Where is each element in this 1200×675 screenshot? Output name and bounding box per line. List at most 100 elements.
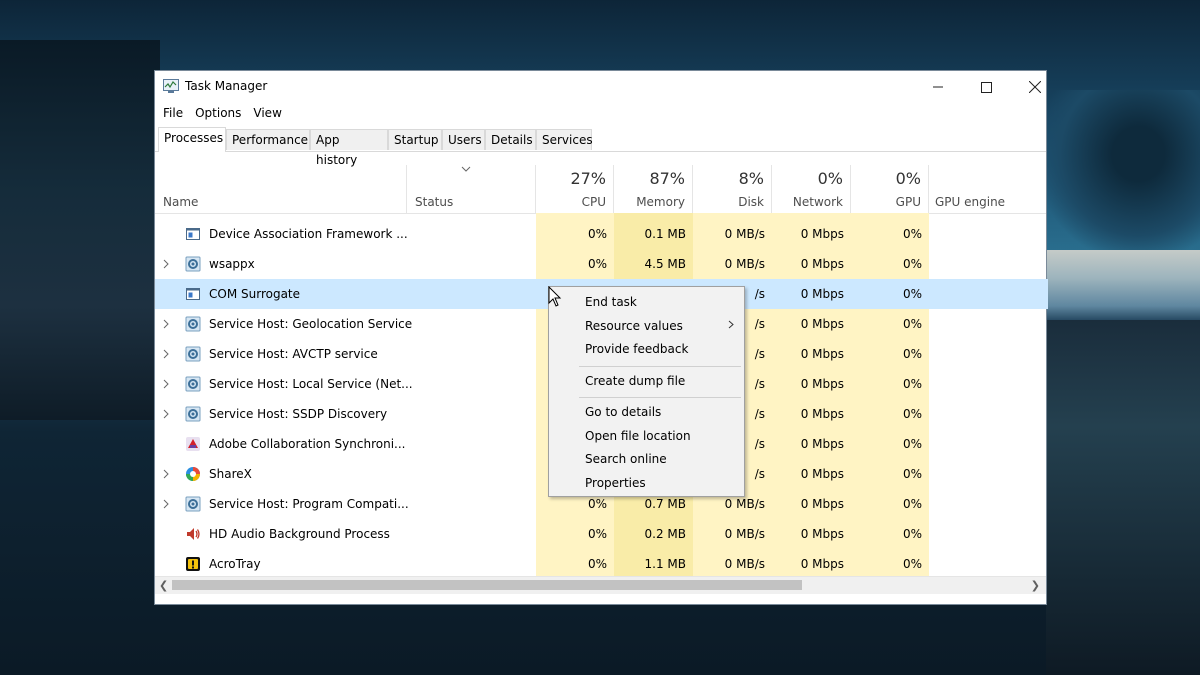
table-row[interactable]: 0% 4.5 MB 0 MB/s 0 Mbps 0% wsappx bbox=[155, 249, 1048, 279]
cell-network: 0 Mbps bbox=[772, 519, 851, 549]
tab-details[interactable]: Details bbox=[485, 129, 536, 150]
tab-users[interactable]: Users bbox=[442, 129, 485, 150]
header-memory[interactable]: 87% Memory bbox=[614, 165, 693, 213]
menu-item-label: Search online bbox=[585, 452, 667, 466]
gear-icon bbox=[185, 496, 201, 512]
cell-gpu: 0% bbox=[851, 369, 929, 399]
menu-options[interactable]: Options bbox=[187, 103, 245, 125]
header-gpu[interactable]: 0% GPU bbox=[851, 165, 929, 213]
header-status[interactable]: Status bbox=[407, 165, 536, 213]
header-memory-label: Memory bbox=[636, 195, 685, 209]
menu-item-search-online[interactable]: Search online bbox=[549, 448, 744, 470]
scroll-left-icon[interactable]: ❮ bbox=[159, 577, 168, 594]
menu-item-label: Create dump file bbox=[585, 374, 686, 388]
chevron-right-icon[interactable] bbox=[163, 369, 175, 401]
context-menu: End task Resource values Provide feedbac… bbox=[548, 286, 745, 497]
table-row[interactable]: 0% 0.2 MB 0 MB/s 0 Mbps 0% HD Audio Backgroun… bbox=[155, 519, 1048, 549]
gear-icon bbox=[185, 256, 201, 272]
table-row[interactable]: 0% 0.1 MB 0 MB/s 0 Mbps 0% Device Association… bbox=[155, 219, 1048, 249]
cell-disk: 0 MB/s bbox=[693, 249, 772, 279]
cell-network: 0 Mbps bbox=[772, 219, 851, 249]
menu-item-label: Resource values bbox=[585, 319, 683, 333]
close-button[interactable] bbox=[1012, 71, 1058, 103]
table-row[interactable]: 0% 1.1 MB 0 MB/s 0 Mbps 0% AcroTray bbox=[155, 549, 1048, 577]
cell-gpu: 0% bbox=[851, 399, 929, 429]
menu-item-provide-feedback[interactable]: Provide feedback bbox=[549, 338, 744, 360]
tab-performance[interactable]: Performance bbox=[226, 129, 310, 150]
gear-icon bbox=[185, 376, 201, 392]
header-disk[interactable]: 8% Disk bbox=[693, 165, 772, 213]
process-name: AcroTray bbox=[209, 557, 261, 571]
cell-memory: 0.1 MB bbox=[614, 219, 693, 249]
chevron-right-icon[interactable] bbox=[163, 249, 175, 281]
maximize-button[interactable] bbox=[963, 71, 1009, 103]
title-bar[interactable]: Task Manager bbox=[155, 71, 1046, 103]
desktop-background-left bbox=[0, 40, 160, 420]
tab-services[interactable]: Services bbox=[536, 129, 593, 150]
menu-item-go-to-details[interactable]: Go to details bbox=[549, 401, 744, 423]
mouse-cursor-icon bbox=[548, 286, 562, 307]
menu-item-resource-values[interactable]: Resource values bbox=[549, 315, 744, 337]
desktop-background-horizon bbox=[1046, 250, 1200, 320]
chevron-right-icon bbox=[728, 315, 734, 337]
chevron-right-icon[interactable] bbox=[163, 489, 175, 521]
header-name[interactable]: Name bbox=[155, 165, 407, 213]
menu-view[interactable]: View bbox=[245, 103, 285, 125]
scroll-right-icon[interactable]: ❯ bbox=[1031, 577, 1040, 594]
scrollbar-thumb[interactable] bbox=[172, 580, 802, 590]
cell-gpu: 0% bbox=[851, 459, 929, 489]
header-network-label: Network bbox=[792, 195, 843, 209]
window-title: Task Manager bbox=[185, 79, 268, 93]
header-gpu-engine[interactable]: GPU engine bbox=[929, 165, 1046, 213]
process-name: Adobe Collaboration Synchroni... bbox=[209, 437, 406, 451]
tab-app-history[interactable]: App history bbox=[310, 129, 388, 167]
cell-network: 0 Mbps bbox=[772, 429, 851, 459]
chevron-right-icon[interactable] bbox=[163, 399, 175, 431]
cell-cpu: 0% bbox=[536, 519, 614, 549]
menu-item-properties[interactable]: Properties bbox=[549, 472, 744, 494]
gear-icon bbox=[185, 406, 201, 422]
cell-cpu: 0% bbox=[536, 219, 614, 249]
chevron-right-icon[interactable] bbox=[163, 459, 175, 491]
header-disk-label: Disk bbox=[738, 195, 764, 209]
menu-bar: File Options View bbox=[155, 103, 286, 125]
header-gpu-engine-label: GPU engine bbox=[935, 195, 1006, 209]
desktop-background-sea bbox=[1046, 320, 1200, 675]
header-network[interactable]: 0% Network bbox=[772, 165, 851, 213]
maximize-icon bbox=[980, 81, 992, 93]
cell-gpu: 0% bbox=[902, 287, 922, 301]
close-icon bbox=[1029, 81, 1041, 93]
window-icon bbox=[186, 228, 200, 240]
process-name: Service Host: SSDP Discovery bbox=[209, 407, 388, 421]
sharex-icon bbox=[186, 467, 200, 481]
sort-indicator-icon bbox=[461, 165, 471, 176]
minimize-button[interactable] bbox=[915, 71, 961, 103]
tab-strip: Processes Performance App history Startu… bbox=[155, 127, 1046, 167]
cell-network: 0 Mbps bbox=[772, 489, 851, 519]
header-memory-percent: 87% bbox=[649, 169, 685, 188]
header-cpu[interactable]: 27% CPU bbox=[536, 165, 614, 213]
menu-item-label: Open file location bbox=[585, 429, 691, 443]
gear-icon bbox=[185, 316, 201, 332]
gear-icon bbox=[185, 346, 201, 362]
tab-startup[interactable]: Startup bbox=[388, 129, 442, 150]
header-gpu-label: GPU bbox=[895, 195, 921, 209]
horizontal-scrollbar[interactable]: ❮ ❯ bbox=[155, 576, 1046, 594]
menu-item-end-task[interactable]: End task bbox=[549, 291, 744, 313]
menu-item-open-file-location[interactable]: Open file location bbox=[549, 425, 744, 447]
menu-item-create-dump-file[interactable]: Create dump file bbox=[549, 370, 744, 392]
menu-file[interactable]: File bbox=[155, 103, 187, 125]
header-cpu-percent: 27% bbox=[570, 169, 606, 188]
menu-item-label: Properties bbox=[585, 476, 646, 490]
process-name: Service Host: Program Compati... bbox=[209, 497, 409, 511]
chevron-right-icon[interactable] bbox=[163, 309, 175, 341]
tab-processes[interactable]: Processes bbox=[158, 127, 226, 152]
process-name: COM Surrogate bbox=[209, 287, 301, 301]
chevron-right-icon[interactable] bbox=[163, 339, 175, 371]
cell-network: 0 Mbps bbox=[772, 309, 851, 339]
header-gpu-percent: 0% bbox=[895, 169, 921, 188]
cell-gpu: 0% bbox=[851, 219, 929, 249]
cell-cpu: 0% bbox=[536, 249, 614, 279]
process-name: Device Association Framework ... bbox=[209, 227, 408, 241]
cell-network: 0 Mbps bbox=[772, 249, 851, 279]
